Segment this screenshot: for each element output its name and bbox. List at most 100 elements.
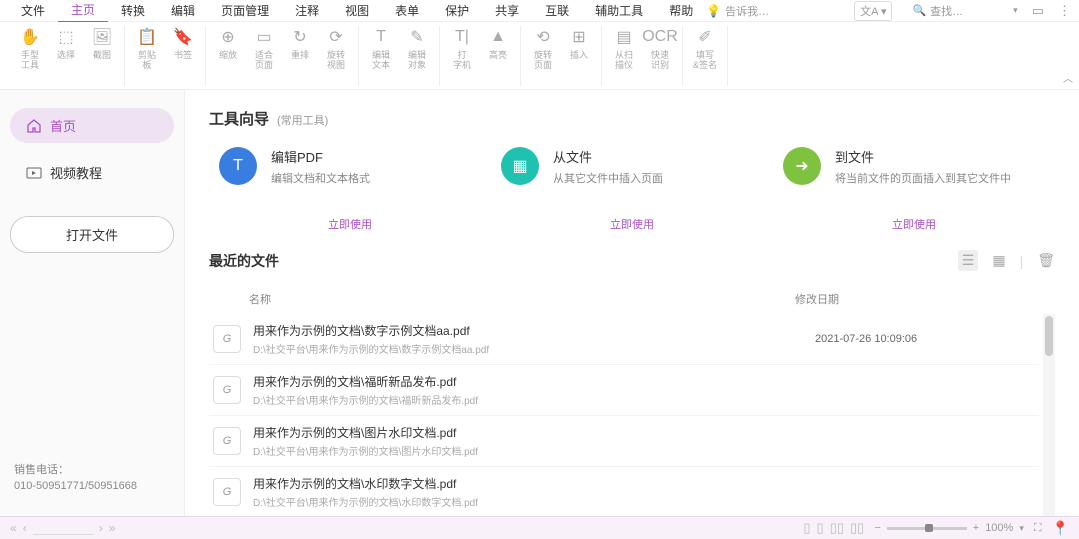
menu-assist[interactable]: 辅助工具 <box>582 0 656 22</box>
file-item[interactable]: G用来作为示例的文档\图片水印文档.pdfD:\社交平台\用来作为示例的文档\图… <box>209 416 1039 467</box>
pin-icon[interactable]: 📍 <box>1052 520 1069 537</box>
fullscreen-icon[interactable]: ⛶ <box>1034 522 1042 535</box>
ribbon-label: 编辑 文本 <box>372 50 390 70</box>
ribbon-icon: ▭ <box>253 26 275 48</box>
menu-page-manage[interactable]: 页面管理 <box>208 0 282 22</box>
file-name: 用来作为示例的文档\福昕新品发布.pdf <box>253 373 803 390</box>
card-action[interactable]: 立即使用 <box>610 216 654 232</box>
ribbon-label: 打 字机 <box>453 50 471 70</box>
file-item[interactable]: G用来作为示例的文档\数字示例文档aa.pdfD:\社交平台\用来作为示例的文档… <box>209 314 1039 365</box>
wizard-card[interactable]: T编辑PDF编辑文档和文本格式立即使用 <box>209 147 491 232</box>
card-action[interactable]: 立即使用 <box>892 216 936 232</box>
card-action[interactable]: 立即使用 <box>328 216 372 232</box>
menu-edit[interactable]: 编辑 <box>158 0 208 22</box>
ribbon-icon: ✐ <box>694 26 716 48</box>
ribbon-icon: T| <box>451 26 473 48</box>
pdf-file-icon: G <box>213 478 241 506</box>
file-list: G用来作为示例的文档\数字示例文档aa.pdfD:\社交平台\用来作为示例的文档… <box>209 313 1055 516</box>
menu-help[interactable]: 帮助 <box>656 0 706 22</box>
ribbon-label: 从扫 描仪 <box>615 50 633 70</box>
view-mode-icons: ☰ ▦ | 🗑 <box>958 250 1055 271</box>
file-path: D:\社交平台\用来作为示例的文档\福昕新品发布.pdf <box>253 392 803 407</box>
ribbon-label: 重排 <box>291 50 309 60</box>
ribbon-快速识别[interactable]: OCR快速 识别 <box>646 26 674 86</box>
ribbon-编辑文本[interactable]: T编辑 文本 <box>367 26 395 86</box>
ribbon-插入[interactable]: ⊞插入 <box>565 26 593 86</box>
ribbon-手型工具[interactable]: ✋手型 工具 <box>16 26 44 86</box>
ribbon-旋转页面[interactable]: ⟲旋转 页面 <box>529 26 557 86</box>
two-page-icon[interactable]: ▯▯ <box>830 520 844 536</box>
ribbon-剪贴板[interactable]: 📋剪贴 板 <box>133 26 161 86</box>
sidebar-home-label: 首页 <box>50 116 76 135</box>
ribbon-从扫描仪[interactable]: ▤ 从扫 描仪 <box>610 26 638 86</box>
grid-view-icon[interactable]: ▦ <box>992 252 1005 269</box>
ribbon-label: 编辑 对象 <box>408 50 426 70</box>
single-page-icon[interactable]: ▯ <box>803 520 810 536</box>
menu-connect[interactable]: 互联 <box>532 0 582 22</box>
menu-annotate[interactable]: 注释 <box>282 0 332 22</box>
menu-share[interactable]: 共享 <box>482 0 532 22</box>
ribbon-打字机[interactable]: T| 打 字机 <box>448 26 476 86</box>
sidebar-video[interactable]: 视频教程 <box>10 155 174 190</box>
zoom-in-icon[interactable]: + <box>973 522 979 534</box>
sales-phone: 010-50951771/50951668 <box>14 478 170 494</box>
zoom-slider[interactable] <box>887 527 967 530</box>
zoom-control: − + 100% ▾ <box>874 522 1024 534</box>
tell-me-hint[interactable]: 告诉我… <box>725 3 769 19</box>
ribbon-截图[interactable]: 🖼截图 <box>88 26 116 86</box>
nav-last-icon[interactable]: » <box>109 521 116 535</box>
delete-icon[interactable]: 🗑 <box>1037 252 1055 269</box>
continuous-icon[interactable]: ▯ <box>817 520 824 536</box>
sidebar-footer: 销售电话： 010-50951771/50951668 <box>10 458 174 498</box>
lang-toggle-icon[interactable]: 文A ▾ <box>854 1 892 21</box>
ribbon-重排[interactable]: ↻重排 <box>286 26 314 86</box>
ribbon-label: 截图 <box>93 50 111 60</box>
open-file-button[interactable]: 打开文件 <box>10 216 174 253</box>
ribbon-选择[interactable]: ⬚ 选择 <box>52 26 80 86</box>
file-item[interactable]: G 用来作为示例的文档\福昕新品发布.pdf D:\社交平台\用来作为示例的文档\福… <box>209 365 1039 416</box>
window-min-icon[interactable]: ▭ <box>1032 3 1044 19</box>
ribbon-collapse-icon[interactable]: ︿ <box>1063 70 1073 85</box>
nav-prev-icon[interactable]: ‹ <box>23 521 27 535</box>
scrollbar-vertical[interactable] <box>1043 314 1055 516</box>
ribbon-label: 手型 工具 <box>21 50 39 70</box>
wizard-card[interactable]: ▦从文件从其它文件中插入页面立即使用 <box>491 147 773 232</box>
video-icon <box>26 165 42 181</box>
sidebar: 首页 视频教程 打开文件 销售电话： 010-50951771/50951668 <box>0 90 185 516</box>
ribbon-label: 选择 <box>57 50 75 60</box>
zoom-out-icon[interactable]: − <box>874 522 880 534</box>
content-area: 工具向导 (常用工具) T编辑PDF编辑文档和文本格式立即使用▦从文件从其它文件… <box>185 90 1079 516</box>
cover-icon[interactable]: ▯▯ <box>850 520 864 536</box>
menu-protect[interactable]: 保护 <box>432 0 482 22</box>
window-more-icon[interactable]: ⋮ <box>1058 3 1071 19</box>
ribbon-icon: ⬚ <box>55 26 77 48</box>
ribbon-高亮[interactable]: ▲高亮 <box>484 26 512 86</box>
list-view-icon[interactable]: ☰ <box>958 250 979 271</box>
menu-form[interactable]: 表单 <box>382 0 432 22</box>
ribbon-icon: ▤ <box>613 26 635 48</box>
wizard-card[interactable]: ➜到文件将当前文件的页面插入到其它文件中立即使用 <box>773 147 1055 232</box>
ribbon-label: 快速 识别 <box>651 50 669 70</box>
search-box[interactable]: 🔍 查找… ▾ <box>912 3 1017 19</box>
ribbon-适合页面[interactable]: ▭适合 页面 <box>250 26 278 86</box>
ribbon-填写&签名[interactable]: ✐填写 &签名 <box>691 26 719 86</box>
nav-first-icon[interactable]: « <box>10 521 17 535</box>
sidebar-home[interactable]: 首页 <box>10 108 174 143</box>
nav-arrows: « ‹ › » <box>10 521 115 535</box>
ribbon-缩放[interactable]: ⊕缩放 <box>214 26 242 86</box>
menu-file[interactable]: 文件 <box>8 0 58 22</box>
ribbon-旋转视图[interactable]: ⟳旋转 视图 <box>322 26 350 86</box>
ribbon-书签[interactable]: 🔖书签 <box>169 26 197 86</box>
ribbon-编辑对象[interactable]: ✎编辑 对象 <box>403 26 431 86</box>
ribbon-label: 高亮 <box>489 50 507 60</box>
ribbon-label: 剪贴 板 <box>138 50 156 70</box>
menu-convert[interactable]: 转换 <box>108 0 158 22</box>
menu-view[interactable]: 视图 <box>332 0 382 22</box>
ribbon-label: 插入 <box>570 50 588 60</box>
file-item[interactable]: G用来作为示例的文档\水印数字文档.pdfD:\社交平台\用来作为示例的文档\水… <box>209 467 1039 516</box>
pdf-file-icon: G <box>213 325 241 353</box>
nav-next-icon[interactable]: › <box>99 521 103 535</box>
menu-home[interactable]: 主页 <box>58 0 108 23</box>
pdf-file-icon: G <box>213 376 241 404</box>
search-placeholder: 查找… <box>930 3 963 19</box>
